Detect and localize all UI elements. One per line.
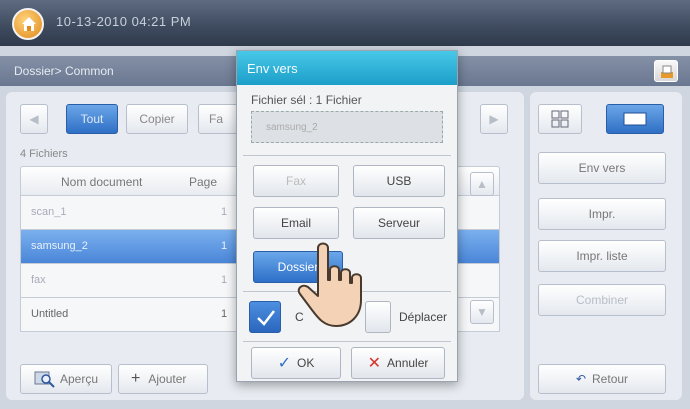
cancel-label: Annuler: [387, 356, 429, 370]
column-header-page: Page: [189, 175, 218, 189]
selected-files-text: Fichier sél : 1 Fichier: [251, 93, 362, 107]
ok-label: OK: [297, 356, 315, 370]
check-icon: ✓: [277, 355, 292, 372]
usb-button[interactable]: USB: [353, 165, 445, 197]
close-icon: ✕: [367, 355, 382, 372]
chevron-left-icon: ◀: [29, 112, 39, 126]
send-to-button[interactable]: Env vers: [538, 152, 666, 184]
preview-label: Aperçu: [59, 372, 99, 386]
row-page: 1: [221, 308, 228, 320]
home-icon: [22, 17, 36, 31]
server-button[interactable]: Serveur: [353, 207, 445, 239]
chevron-up-icon: ▲: [476, 177, 488, 191]
row-page: 1: [221, 274, 228, 286]
add-button[interactable]: + Ajouter: [118, 364, 208, 394]
job-status-icon: [661, 65, 673, 78]
row-name: scan_1: [31, 206, 67, 218]
back-label: Retour: [592, 372, 629, 386]
row-page: 1: [221, 206, 228, 218]
job-status-button[interactable]: [654, 60, 678, 82]
row-name: fax: [31, 274, 46, 286]
magnifier-icon: [34, 371, 55, 388]
file-count: 4 Fichiers: [20, 148, 68, 160]
scroll-down-button[interactable]: ▼: [470, 300, 494, 324]
plus-icon: +: [131, 370, 141, 387]
tab-copier[interactable]: Copier: [126, 104, 188, 134]
move-label: Déplacer: [399, 310, 448, 324]
back-button[interactable]: ↶ Retour: [538, 364, 666, 394]
combine-button[interactable]: Combiner: [538, 284, 666, 316]
tab-tout[interactable]: Tout: [66, 104, 118, 134]
list-view-button[interactable]: [606, 104, 664, 134]
grid-view-icon: [551, 110, 569, 128]
dialog-title: Env vers: [237, 51, 457, 85]
back-arrow-icon: ↶: [575, 372, 587, 386]
row-name: samsung_2: [31, 240, 88, 252]
print-button[interactable]: Impr.: [538, 198, 666, 230]
ok-button[interactable]: ✓ OK: [251, 347, 341, 379]
cancel-button[interactable]: ✕ Annuler: [351, 347, 445, 379]
home-button[interactable]: [12, 8, 44, 40]
preview-button[interactable]: Aperçu: [20, 364, 112, 394]
datetime: 10-13-2010 04:21 PM: [56, 14, 192, 29]
add-label: Ajouter: [148, 372, 187, 386]
scroll-up-button[interactable]: ▲: [470, 172, 494, 196]
divider: [243, 155, 451, 156]
thumbnail-view-button[interactable]: [538, 104, 582, 134]
column-header-name: Nom document: [61, 175, 143, 189]
top-bar: 10-13-2010 04:21 PM: [0, 0, 690, 46]
divider: [243, 341, 451, 342]
print-list-button[interactable]: Impr. liste: [538, 240, 666, 272]
email-button[interactable]: Email: [253, 207, 339, 239]
row-page: 1: [221, 240, 228, 252]
pointing-hand-icon: [297, 242, 362, 327]
checkmark-icon: [257, 310, 275, 326]
selected-file-field: samsung_2: [251, 111, 443, 143]
copy-checkbox[interactable]: [249, 301, 281, 333]
row-name: Untitled: [31, 308, 69, 320]
next-tab-button[interactable]: ▶: [480, 104, 508, 134]
chevron-right-icon: ▶: [489, 112, 499, 126]
prev-tab-button[interactable]: ◀: [20, 104, 48, 134]
send-to-dialog: Env vers Fichier sél : 1 Fichier samsung…: [236, 50, 458, 382]
list-view-icon: [623, 112, 647, 126]
action-panel: Env vers Impr. Impr. liste Combiner ↶ Re…: [530, 92, 682, 400]
fax-button[interactable]: Fax: [253, 165, 339, 197]
breadcrumb: Dossier> Common: [14, 64, 114, 78]
chevron-down-icon: ▼: [476, 305, 488, 319]
